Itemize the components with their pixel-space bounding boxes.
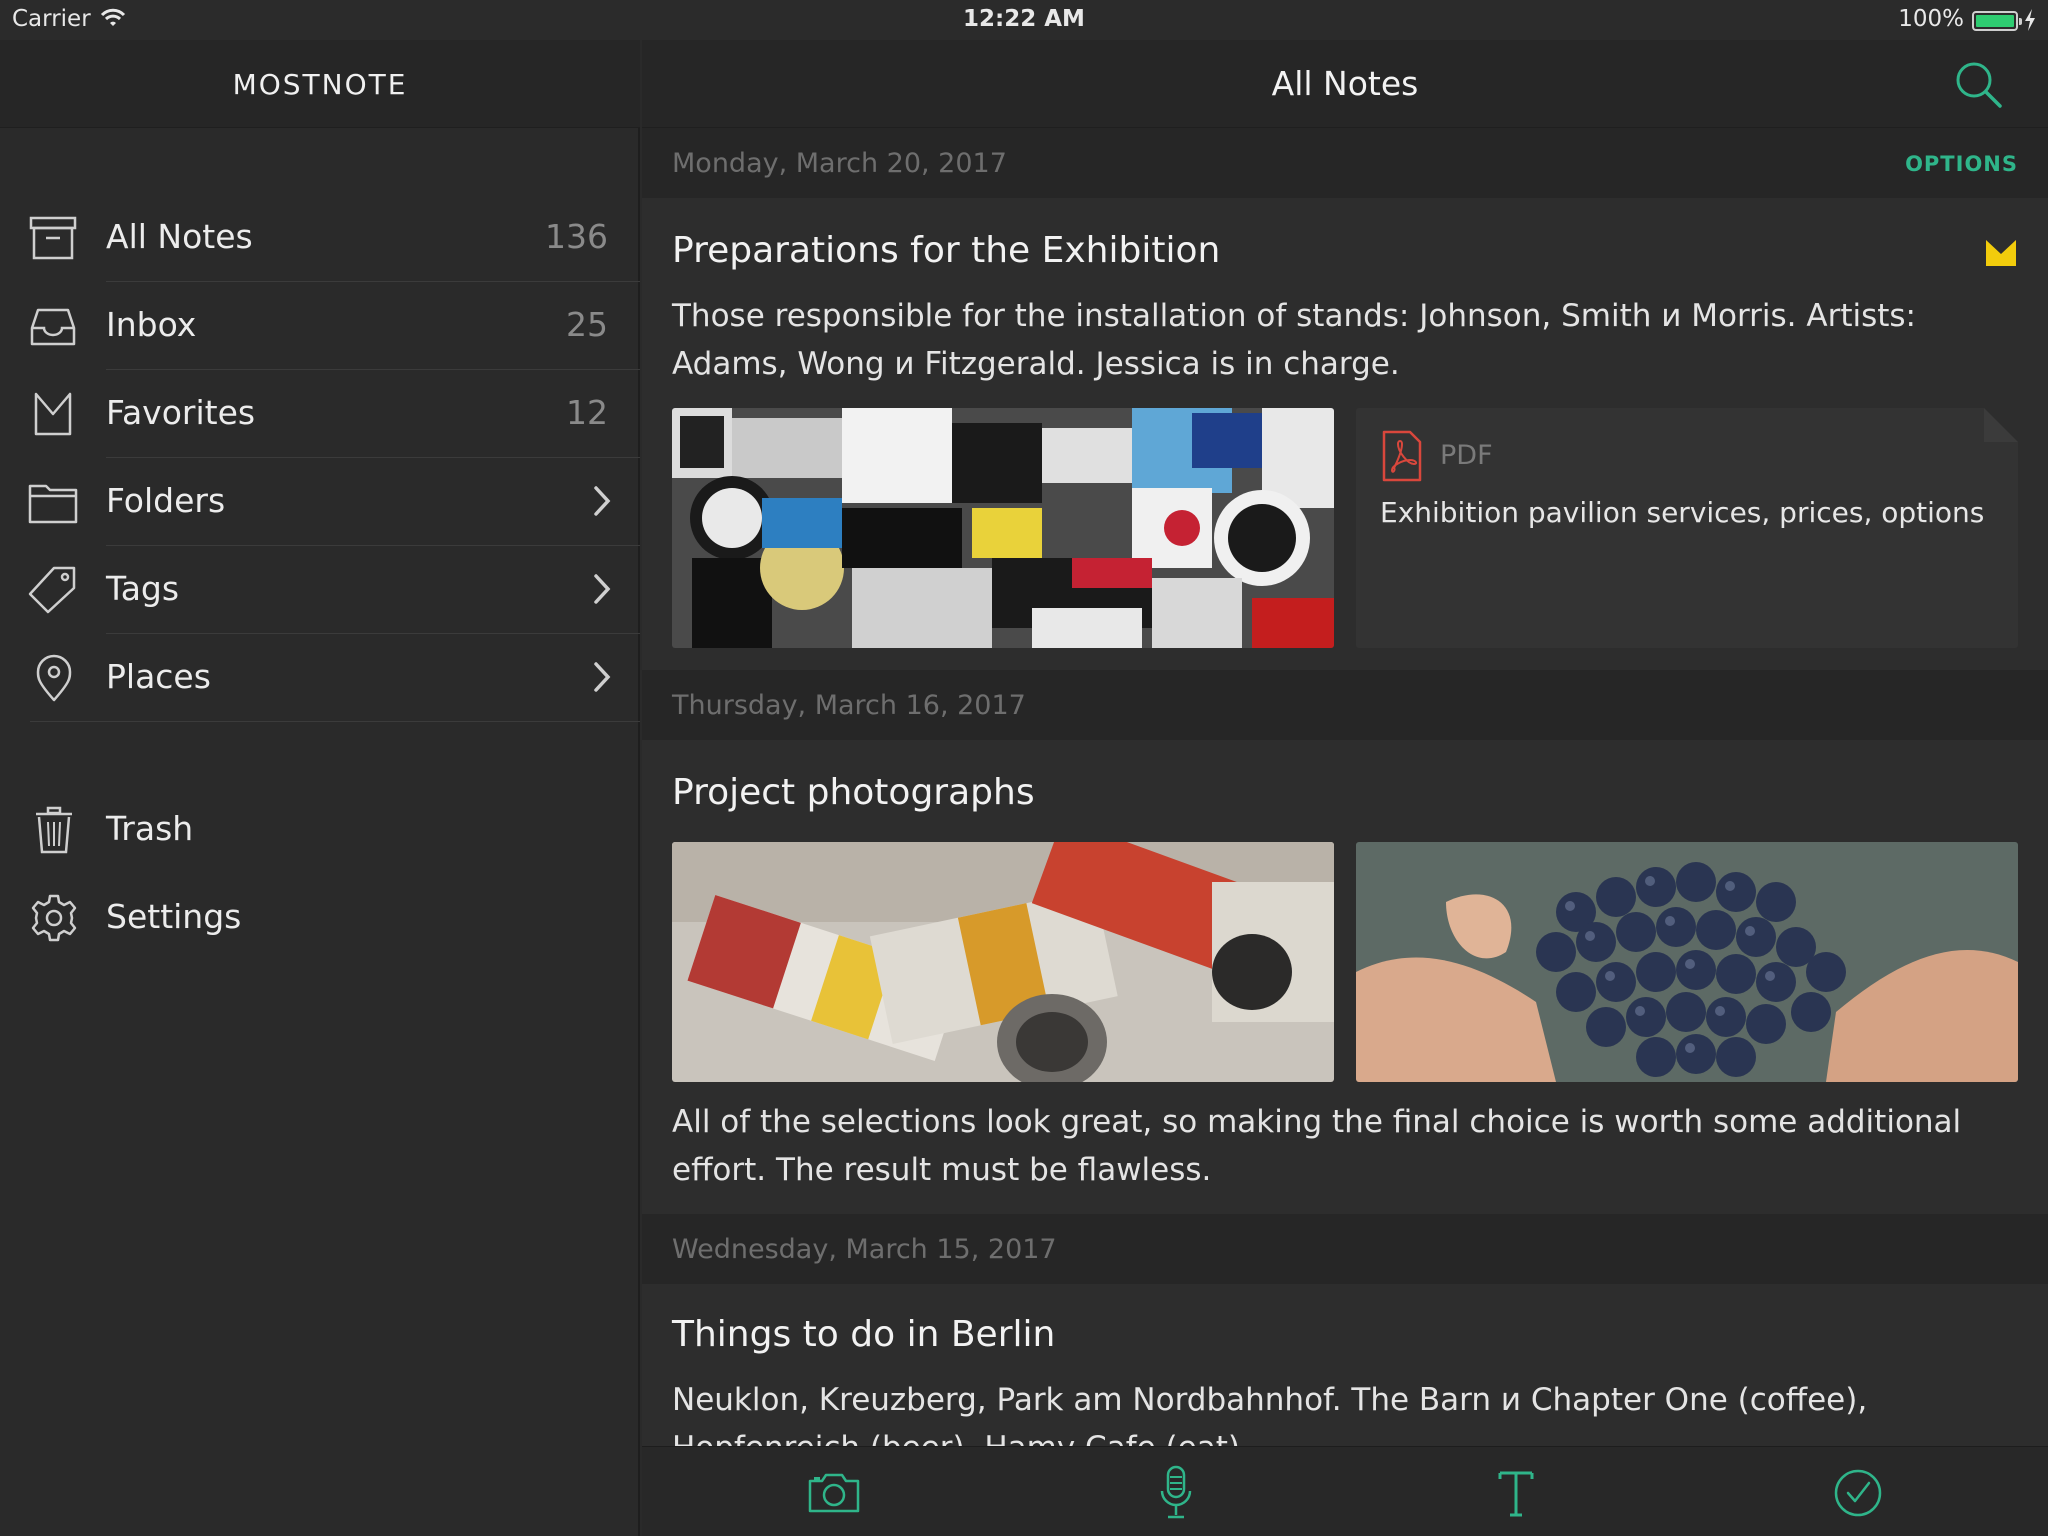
location-pin-icon bbox=[28, 654, 82, 702]
note-title: Preparations for the Exhibition bbox=[672, 230, 1221, 271]
search-icon[interactable] bbox=[1952, 58, 2004, 110]
sidebar-item-trash[interactable]: Trash bbox=[0, 786, 640, 874]
date-header: Monday, March 20, 2017 OPTIONS bbox=[642, 128, 2048, 198]
sidebar-item-label: Settings bbox=[106, 897, 242, 936]
favorite-bookmark-icon[interactable] bbox=[1984, 238, 2018, 272]
note-title: Things to do in Berlin bbox=[672, 1314, 1056, 1355]
sidebar-item-label: Folders bbox=[106, 481, 226, 520]
note-count: 25 bbox=[566, 305, 608, 344]
checkmark-icon[interactable] bbox=[1828, 1463, 1888, 1523]
sidebar-item-label: Favorites bbox=[106, 393, 256, 432]
charging-bolt-icon bbox=[2024, 9, 2036, 35]
main-header: All Notes bbox=[642, 40, 2048, 128]
sidebar: MOSTNOTE All Notes 136 Inbox 25 Favorite… bbox=[0, 0, 640, 1536]
divider bbox=[30, 721, 640, 722]
bottom-toolbar bbox=[642, 1446, 2048, 1536]
note-title: Project photographs bbox=[672, 772, 1035, 813]
inbox-tray-icon bbox=[28, 302, 82, 350]
notes-list-pane: All Notes Monday, March 20, 2017 OPTIONS… bbox=[642, 0, 2048, 1536]
page-title: All Notes bbox=[1271, 64, 1419, 103]
sidebar-item-inbox[interactable]: Inbox 25 bbox=[0, 282, 640, 370]
sidebar-item-label: Trash bbox=[106, 809, 194, 848]
battery-percent: 100% bbox=[1898, 6, 1964, 32]
sidebar-item-tags[interactable]: Tags bbox=[0, 546, 640, 634]
battery-icon bbox=[1972, 11, 2022, 31]
trash-icon bbox=[28, 806, 82, 854]
gear-icon bbox=[28, 894, 82, 942]
camera-icon[interactable] bbox=[804, 1463, 864, 1523]
note-count: 136 bbox=[545, 217, 608, 256]
sidebar-header: MOSTNOTE bbox=[0, 40, 640, 128]
folder-icon bbox=[28, 478, 82, 526]
sidebar-item-all-notes[interactable]: All Notes 136 bbox=[0, 194, 640, 282]
date-label: Thursday, March 16, 2017 bbox=[672, 690, 1026, 721]
tag-icon bbox=[28, 566, 82, 614]
clock: 12:22 AM bbox=[963, 6, 1085, 32]
attachment-title: Exhibition pavilion services, prices, op… bbox=[1380, 496, 1985, 529]
app-title: MOSTNOTE bbox=[232, 68, 408, 101]
sidebar-item-label: Places bbox=[106, 657, 211, 696]
sidebar-item-label: Tags bbox=[106, 569, 180, 608]
note-card[interactable]: Project photographs All of the selection… bbox=[642, 740, 2048, 1214]
chevron-right-icon bbox=[592, 660, 612, 698]
note-card[interactable]: Preparations for the Exhibition Those re… bbox=[642, 198, 2048, 670]
stickers-photo[interactable] bbox=[672, 408, 1334, 648]
sidebar-item-favorites[interactable]: Favorites 12 bbox=[0, 370, 640, 458]
date-header: Thursday, March 16, 2017 bbox=[642, 670, 2048, 740]
date-header: Wednesday, March 15, 2017 bbox=[642, 1214, 2048, 1284]
pdf-file-icon bbox=[1382, 430, 1422, 486]
sidebar-item-places[interactable]: Places bbox=[0, 634, 640, 722]
sidebar-nav: All Notes 136 Inbox 25 Favorites 12 Fold… bbox=[0, 194, 640, 722]
date-label: Monday, March 20, 2017 bbox=[672, 148, 1007, 179]
date-label: Wednesday, March 15, 2017 bbox=[672, 1234, 1057, 1265]
note-body: Those responsible for the installation o… bbox=[672, 298, 1916, 382]
sidebar-bottom-nav: Trash Settings bbox=[0, 786, 640, 962]
note-body: All of the selections look great, so mak… bbox=[672, 1104, 1962, 1188]
note-card[interactable]: Things to do in Berlin Neuklon, Kreuzber… bbox=[642, 1284, 2048, 1446]
grapes-photo[interactable] bbox=[1356, 842, 2018, 1082]
archive-box-icon bbox=[28, 214, 82, 262]
text-icon[interactable] bbox=[1486, 1463, 1546, 1523]
paint-tubes-photo[interactable] bbox=[672, 842, 1334, 1082]
sidebar-item-label: Inbox bbox=[106, 305, 197, 344]
sidebar-item-label: All Notes bbox=[106, 217, 253, 256]
chevron-right-icon bbox=[592, 572, 612, 610]
sidebar-item-settings[interactable]: Settings bbox=[0, 874, 640, 962]
chevron-right-icon bbox=[592, 484, 612, 522]
pdf-attachment[interactable]: PDF Exhibition pavilion services, prices… bbox=[1356, 408, 2018, 648]
microphone-icon[interactable] bbox=[1146, 1463, 1206, 1523]
bookmark-icon bbox=[28, 390, 82, 438]
page-fold bbox=[1984, 408, 2018, 442]
status-bar: Carrier 12:22 AM 100% bbox=[0, 0, 2048, 40]
options-button[interactable]: OPTIONS bbox=[1905, 152, 2018, 176]
attachment-type: PDF bbox=[1440, 440, 1493, 471]
sidebar-item-folders[interactable]: Folders bbox=[0, 458, 640, 546]
note-body: Neuklon, Kreuzberg, Park am Nordbahnhof.… bbox=[672, 1382, 1868, 1446]
note-count: 12 bbox=[566, 393, 608, 432]
